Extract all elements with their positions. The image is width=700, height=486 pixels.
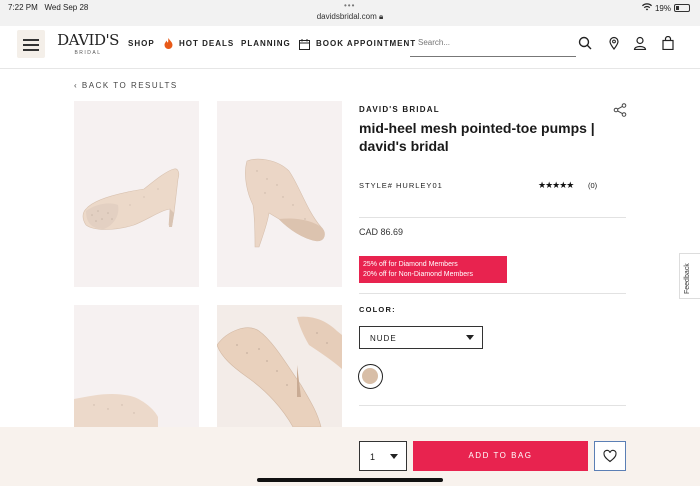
- search-bar: [410, 30, 578, 57]
- product-image-4[interactable]: [217, 305, 342, 427]
- quantity-select[interactable]: 1: [359, 441, 407, 471]
- style-number: STYLE# HURLEY01: [359, 181, 443, 190]
- home-indicator: [257, 478, 443, 482]
- status-time: 7:22 PM Wed Sep 28: [8, 3, 89, 12]
- product-price: CAD 86.69: [359, 227, 404, 237]
- wifi-icon: [641, 3, 652, 13]
- product-brand: DAVID'S BRIDAL: [359, 105, 440, 114]
- caret-down-icon: [390, 454, 398, 459]
- battery-icon: [674, 4, 690, 12]
- logo[interactable]: DAVID'S BRIDAL: [56, 32, 120, 56]
- flame-icon: [164, 38, 173, 51]
- site-header: DAVID'S BRIDAL SHOP HOT DEALS PLANNING B…: [0, 26, 700, 69]
- feedback-tab[interactable]: Feedback: [679, 253, 700, 299]
- product-image-2[interactable]: [217, 101, 342, 287]
- divider: [359, 217, 626, 218]
- status-bar: 7:22 PM Wed Sep 28 ••• davidsbridal.com …: [0, 0, 700, 26]
- nav-hot-deals[interactable]: HOT DEALS: [179, 39, 234, 48]
- heart-icon: [603, 449, 617, 463]
- rating-stars[interactable]: ★★★★★: [538, 180, 574, 191]
- color-label: COLOR:: [359, 305, 396, 314]
- lock-icon: 🔒︎: [379, 12, 384, 21]
- tab-dots-icon[interactable]: •••: [344, 1, 355, 10]
- share-icon[interactable]: [613, 103, 627, 117]
- promo-badge: 25% off for Diamond Members 20% off for …: [359, 256, 507, 283]
- caret-down-icon: [466, 335, 474, 340]
- color-select[interactable]: NUDE: [359, 326, 483, 349]
- product-image-3[interactable]: [74, 305, 199, 427]
- divider: [359, 405, 626, 406]
- nav-shop[interactable]: SHOP: [128, 39, 155, 48]
- back-to-results-link[interactable]: ‹ BACK TO RESULTS: [74, 81, 178, 90]
- hamburger-icon: [23, 39, 39, 41]
- wishlist-button[interactable]: [594, 441, 626, 471]
- calendar-icon: [299, 37, 310, 50]
- nav-book-appointment[interactable]: BOOK APPOINTMENT: [316, 39, 416, 48]
- menu-button[interactable]: [17, 30, 45, 58]
- sticky-cart-bar: 1 ADD TO BAG: [0, 427, 700, 486]
- nav-planning[interactable]: PLANNING: [241, 39, 291, 48]
- swatch-fill: [362, 368, 378, 384]
- divider: [359, 293, 626, 294]
- shopping-bag-icon[interactable]: [661, 35, 675, 51]
- search-icon[interactable]: [578, 36, 592, 50]
- url-bar[interactable]: davidsbridal.com 🔒︎: [0, 12, 700, 22]
- product-image-1[interactable]: [74, 101, 199, 287]
- account-icon[interactable]: [633, 36, 647, 51]
- review-count[interactable]: (0): [588, 181, 597, 190]
- search-input[interactable]: [410, 30, 578, 54]
- product-title: mid-heel mesh pointed-toe pumps | david'…: [359, 120, 595, 154]
- location-pin-icon[interactable]: [607, 36, 621, 50]
- color-swatch-nude[interactable]: [358, 364, 383, 389]
- add-to-bag-button[interactable]: ADD TO BAG: [413, 441, 588, 471]
- status-right: 19%: [641, 3, 690, 13]
- battery-percent: 19%: [654, 3, 671, 13]
